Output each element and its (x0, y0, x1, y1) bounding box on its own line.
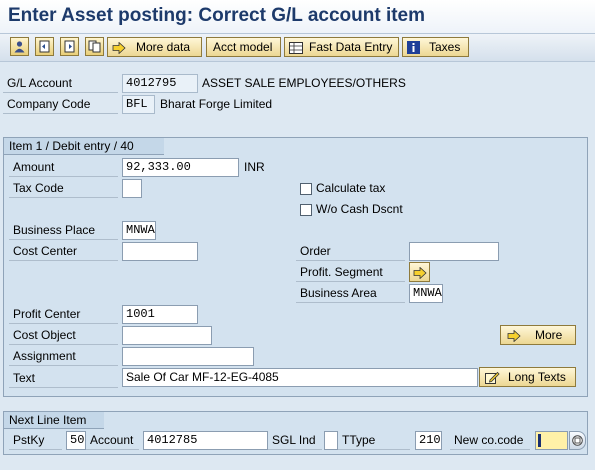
text-label: Text (9, 369, 118, 388)
business-area-label: Business Area (296, 284, 405, 303)
account-field[interactable]: 4012785 (143, 431, 268, 450)
calculate-tax-label: Calculate tax (316, 181, 386, 195)
more-button-label: More (535, 328, 563, 342)
title-bar: Enter Asset posting: Correct G/L account… (0, 0, 595, 34)
company-code-field[interactable]: BFL (122, 95, 155, 114)
text-cursor (538, 434, 541, 447)
assignment-label: Assignment (9, 347, 118, 366)
cost-center-label: Cost Center (9, 242, 118, 261)
arrow-right-icon (413, 266, 427, 284)
more-data-button[interactable]: More data (107, 37, 202, 57)
info-icon (407, 41, 420, 59)
new-cocode-label: New co.code (450, 431, 530, 450)
cost-center-field[interactable] (122, 242, 198, 261)
currency-label: INR (244, 160, 265, 174)
tax-code-label: Tax Code (9, 179, 118, 198)
arrow-right-icon (112, 41, 126, 59)
next-line-item-title: Next Line Item (4, 412, 104, 429)
gl-account-description: ASSET SALE EMPLOYEES/OTHERS (202, 76, 406, 90)
cost-object-field[interactable] (122, 326, 212, 345)
amount-label: Amount (9, 158, 118, 177)
account-label: Account (86, 431, 139, 450)
value-help-button[interactable] (569, 431, 586, 450)
calculate-tax-checkbox[interactable] (300, 183, 312, 195)
pstky-label: PstKy (9, 431, 62, 450)
acct-model-label: Acct model (213, 40, 273, 54)
cost-object-label: Cost Object (9, 326, 118, 345)
profit-center-label: Profit Center (9, 305, 118, 324)
company-code-label: Company Code (3, 95, 118, 114)
profit-segment-label: Profit. Segment (296, 263, 405, 282)
order-field[interactable] (409, 242, 499, 261)
company-code-description: Bharat Forge Limited (160, 97, 273, 111)
profit-segment-button[interactable] (409, 262, 430, 282)
document-next-icon[interactable] (60, 37, 79, 56)
arrow-right-icon (507, 329, 521, 347)
sgl-ind-label: SGL Ind (268, 431, 322, 450)
edit-text-icon (485, 371, 500, 389)
long-texts-button[interactable]: Long Texts (479, 367, 576, 387)
wo-cash-dscnt-checkbox[interactable] (300, 204, 312, 216)
text-field[interactable]: Sale Of Car MF-12-EG-4085 (122, 368, 478, 387)
fast-data-entry-label: Fast Data Entry (309, 40, 393, 54)
business-place-field[interactable]: MNWA (122, 221, 156, 240)
amount-field[interactable]: 92,333.00 (122, 158, 239, 177)
page-title: Enter Asset posting: Correct G/L account… (8, 5, 426, 26)
new-cocode-field[interactable] (535, 431, 568, 450)
pstky-field[interactable]: 50 (66, 431, 86, 450)
business-place-label: Business Place (9, 221, 118, 240)
document-back-icon[interactable] (35, 37, 54, 56)
fast-data-entry-button[interactable]: Fast Data Entry (284, 37, 399, 57)
taxes-label: Taxes (429, 40, 461, 54)
acct-model-button[interactable]: Acct model (206, 37, 281, 57)
order-label: Order (296, 242, 405, 261)
profit-center-field[interactable]: 1001 (122, 305, 198, 324)
item-group-title: Item 1 / Debit entry / 40 (4, 138, 164, 155)
business-area-field[interactable]: MNWA (409, 284, 443, 303)
tax-code-field[interactable] (122, 179, 142, 198)
long-texts-label: Long Texts (508, 370, 566, 384)
ttype-field[interactable]: 210 (415, 431, 442, 450)
copy-icon[interactable] (85, 37, 104, 56)
assignment-field[interactable] (122, 347, 254, 366)
gl-account-field[interactable]: 4012795 (122, 74, 198, 93)
grid-form-icon (289, 41, 303, 59)
value-help-icon (572, 435, 583, 449)
more-button[interactable]: More (500, 325, 576, 345)
ttype-label: TType (338, 431, 410, 450)
person-icon[interactable] (10, 37, 29, 56)
gl-account-label: G/L Account (3, 74, 118, 93)
wo-cash-dscnt-label: W/o Cash Dscnt (316, 202, 403, 216)
taxes-button[interactable]: Taxes (402, 37, 469, 57)
application-toolbar: More data Acct model Fast Data Entry Tax… (0, 34, 595, 62)
more-data-label: More data (136, 40, 191, 54)
sgl-ind-field[interactable] (324, 431, 338, 450)
